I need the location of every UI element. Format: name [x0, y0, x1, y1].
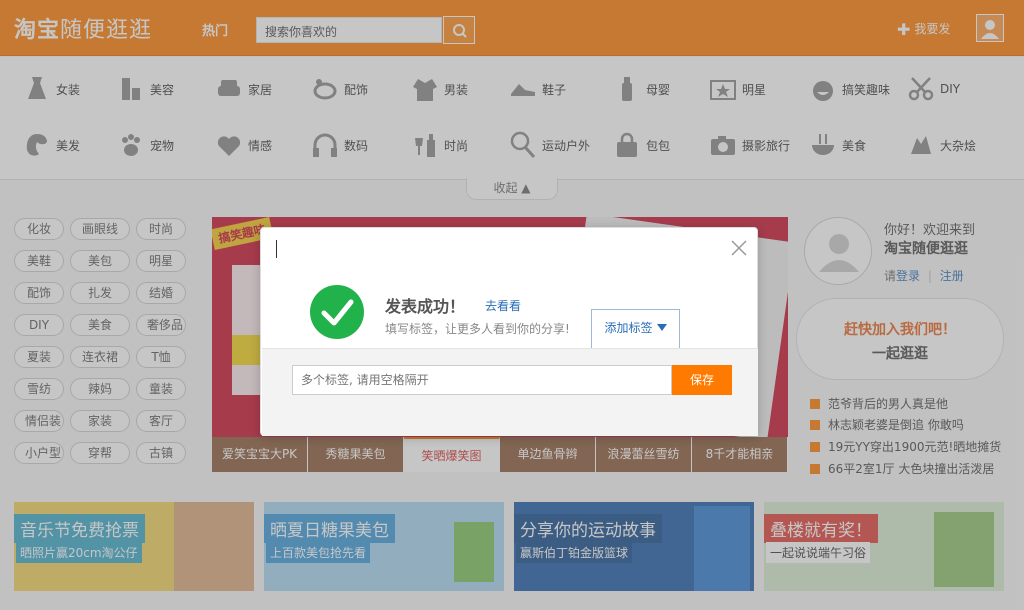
tag-input[interactable] [292, 365, 672, 395]
text-caret [276, 240, 277, 258]
success-check-icon [310, 285, 364, 339]
add-tag-tab[interactable]: 添加标签 [591, 309, 680, 348]
tag-hint: 填写标签，让更多人看到你的分享! [385, 322, 570, 336]
tag-panel: 保存 [262, 348, 758, 436]
view-post-link[interactable]: 去看看 [485, 297, 521, 314]
triangle-down-icon [656, 324, 667, 331]
post-success-dialog: 发表成功！ 去看看 填写标签，让更多人看到你的分享! 添加标签 保存 [260, 227, 758, 436]
close-icon [731, 240, 747, 256]
success-title: 发表成功！ [385, 297, 466, 316]
close-button[interactable] [729, 238, 749, 258]
save-button[interactable]: 保存 [672, 365, 732, 395]
